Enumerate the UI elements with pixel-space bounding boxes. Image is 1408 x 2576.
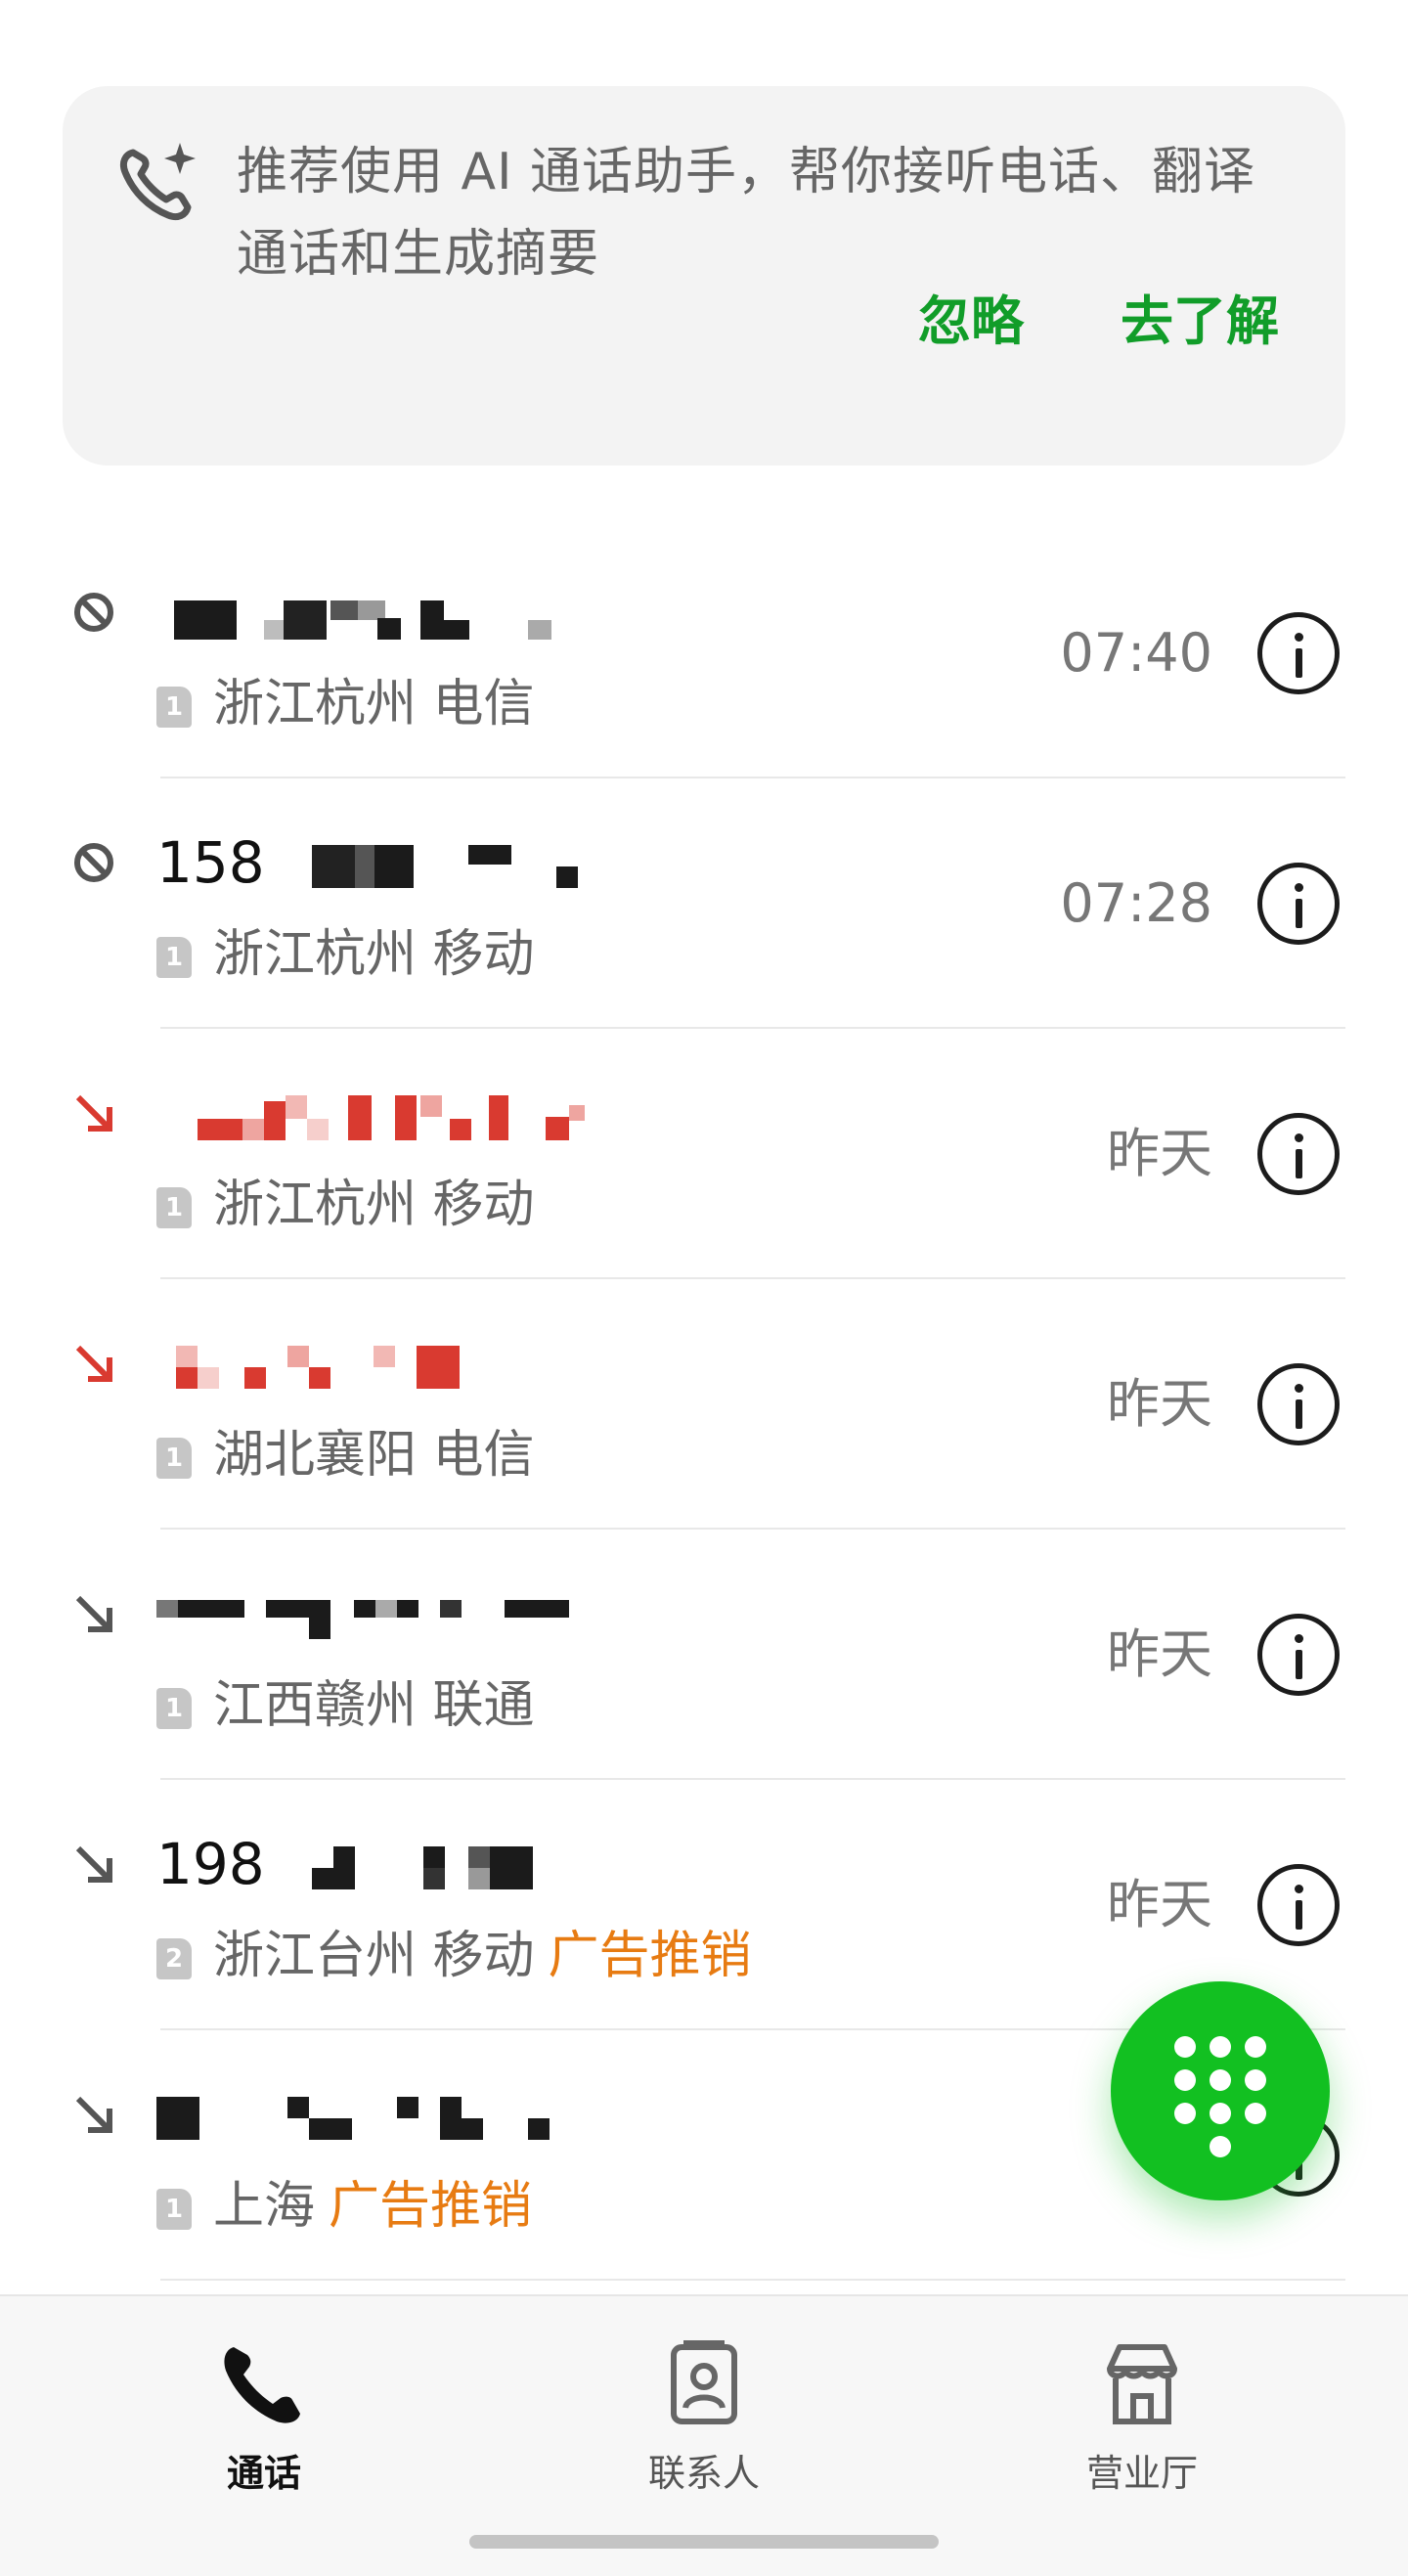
sim-card-icon: 1 xyxy=(156,1438,192,1479)
phone-number xyxy=(156,2075,665,2154)
phone-number xyxy=(156,1324,665,1402)
blocked-call-icon xyxy=(74,593,113,632)
bottom-navigation: 通话 联系人 营业厅 xyxy=(0,2294,1408,2576)
dialpad-button[interactable] xyxy=(1111,1981,1330,2200)
banner-message: 推荐使用 AI 通话助手，帮你接听电话、翻译通话和生成摘要 xyxy=(237,143,1255,284)
incoming-call-icon xyxy=(75,1845,112,1883)
tab-store[interactable]: 营业厅 xyxy=(1025,2339,1259,2506)
incoming-call-icon xyxy=(75,2096,112,2133)
tab-calls-label: 通话 xyxy=(226,2452,301,2495)
call-time: 昨天 xyxy=(1107,1373,1212,1435)
tab-calls[interactable]: 通话 xyxy=(147,2339,381,2506)
redacted-number xyxy=(312,1845,605,1889)
blocked-call-icon xyxy=(74,843,113,882)
ad-tag: 广告推销 xyxy=(548,1927,752,1985)
call-log-row[interactable]: 1 湖北襄阳 电信 昨天 xyxy=(0,1279,1408,1530)
redacted-number xyxy=(156,1345,508,1389)
redacted-number xyxy=(312,844,625,888)
call-location: 1 浙江杭州 电信 xyxy=(156,665,535,743)
call-info-button[interactable] xyxy=(1257,1113,1340,1195)
call-location: 1 浙江杭州 移动 xyxy=(156,1166,535,1244)
call-time: 昨天 xyxy=(1107,1623,1212,1685)
call-info-button[interactable] xyxy=(1257,1864,1340,1946)
redacted-number xyxy=(156,595,567,640)
phone-sparkle-icon xyxy=(119,143,196,221)
number-prefix: 198 xyxy=(156,1831,265,1897)
call-location: 2 浙江台州 移动 广告推销 xyxy=(156,1917,752,1995)
call-time: 07:28 xyxy=(1060,872,1212,934)
call-log-row[interactable]: 1 江西赣州 联通 昨天 xyxy=(0,1530,1408,1780)
call-log-row[interactable]: 1 浙江杭州 电信 07:40 xyxy=(0,528,1408,778)
redacted-number xyxy=(156,2096,567,2140)
call-log-row[interactable]: 1 浙江杭州 移动 昨天 xyxy=(0,1029,1408,1279)
missed-call-icon xyxy=(75,1094,112,1132)
incoming-call-icon xyxy=(75,1595,112,1632)
home-indicator[interactable] xyxy=(469,2535,939,2549)
phone-icon xyxy=(224,2347,300,2423)
sim-card-icon: 1 xyxy=(156,687,192,728)
call-time: 昨天 xyxy=(1107,1874,1212,1935)
sim-card-icon: 1 xyxy=(156,1187,192,1228)
missed-call-icon xyxy=(75,1345,112,1382)
sim-card-icon: 1 xyxy=(156,1688,192,1729)
call-location: 1 江西赣州 联通 xyxy=(156,1666,535,1745)
sim-card-icon: 1 xyxy=(156,2189,192,2230)
phone-number: 198 xyxy=(156,1825,665,1903)
call-time: 昨天 xyxy=(1107,1123,1212,1184)
storefront-icon xyxy=(1107,2344,1177,2424)
sim-card-icon: 1 xyxy=(156,937,192,978)
number-prefix: 158 xyxy=(156,829,265,896)
call-time: 07:40 xyxy=(1060,622,1212,684)
phone-number xyxy=(156,1074,665,1152)
phone-number xyxy=(156,573,665,651)
divider xyxy=(160,2279,1345,2281)
sim-card-icon: 2 xyxy=(156,1938,192,1979)
call-location: 1 上海 广告推销 xyxy=(156,2167,532,2245)
ignore-button[interactable]: 忽略 xyxy=(918,278,1024,355)
call-info-button[interactable] xyxy=(1257,612,1340,694)
contacts-card-icon xyxy=(671,2340,737,2424)
learn-more-button[interactable]: 去了解 xyxy=(1121,278,1279,355)
tab-contacts-label: 联系人 xyxy=(647,2452,760,2495)
redacted-number xyxy=(156,1094,606,1140)
tab-store-label: 营业厅 xyxy=(1085,2452,1198,2495)
phone-number: 158 xyxy=(156,823,665,902)
tab-contacts[interactable]: 联系人 xyxy=(587,2339,821,2506)
call-location: 1 浙江杭州 移动 xyxy=(156,915,535,994)
phone-number xyxy=(156,1575,665,1653)
call-info-button[interactable] xyxy=(1257,1363,1340,1445)
ai-assistant-banner: 推荐使用 AI 通话助手，帮你接听电话、翻译通话和生成摘要 忽略 去了解 xyxy=(63,86,1345,466)
call-log-row[interactable]: 158 1 浙江杭州 移动 07:28 xyxy=(0,778,1408,1029)
call-location: 1 湖北襄阳 电信 xyxy=(156,1416,535,1494)
call-info-button[interactable] xyxy=(1257,1614,1340,1696)
redacted-number xyxy=(156,1596,587,1639)
ad-tag: 广告推销 xyxy=(329,2177,533,2236)
call-info-button[interactable] xyxy=(1257,863,1340,945)
